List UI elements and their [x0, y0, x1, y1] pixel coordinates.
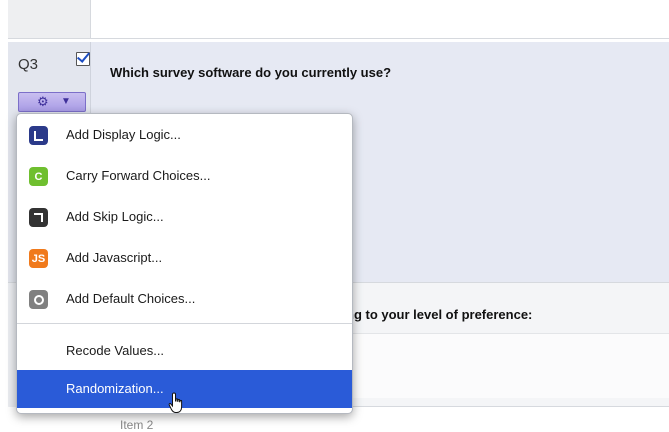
menu-item-label: Randomization... — [66, 381, 164, 396]
question-text[interactable]: Which survey software do you currently u… — [110, 65, 391, 80]
menu-item-carry-forward-choices[interactable]: C Carry Forward Choices... — [17, 157, 352, 195]
menu-item-label: Add Javascript... — [66, 250, 163, 265]
question-options-menu: Add Display Logic... C Carry Forward Cho… — [16, 113, 353, 414]
menu-item-add-skip-logic[interactable]: Add Skip Logic... — [17, 198, 352, 236]
chevron-down-icon: ▼ — [61, 96, 71, 107]
question-number: Q3 — [18, 56, 39, 73]
menu-item-add-javascript[interactable]: JS Add Javascript... — [17, 239, 352, 277]
menu-item-add-display-logic[interactable]: Add Display Logic... — [17, 116, 352, 154]
skip-logic-icon — [29, 208, 48, 227]
display-logic-icon — [29, 126, 48, 145]
javascript-icon: JS — [29, 249, 48, 268]
menu-item-add-default-choices[interactable]: Add Default Choices... — [17, 280, 352, 318]
menu-item-label: Add Display Logic... — [66, 127, 181, 142]
menu-item-label: Carry Forward Choices... — [66, 168, 211, 183]
question-gutter — [8, 0, 91, 38]
hand-cursor-icon — [168, 392, 183, 413]
next-question-text[interactable]: ng to your level of preference: — [346, 307, 532, 322]
default-choices-icon — [29, 290, 48, 309]
rank-item-label: Item 2 — [120, 418, 154, 432]
gear-icon: ⚙ — [37, 94, 49, 109]
menu-item-label: Add Skip Logic... — [66, 209, 164, 224]
question-select-checkbox[interactable] — [76, 52, 90, 66]
menu-item-label: Add Default Choices... — [66, 291, 196, 306]
question-options-button[interactable]: ⚙ ▼ — [18, 92, 86, 112]
menu-separator — [17, 323, 352, 324]
menu-item-recode-values[interactable]: Recode Values... — [17, 332, 352, 370]
previous-question-row — [8, 0, 669, 39]
carry-forward-icon: C — [29, 167, 48, 186]
menu-item-label: Recode Values... — [66, 343, 165, 358]
